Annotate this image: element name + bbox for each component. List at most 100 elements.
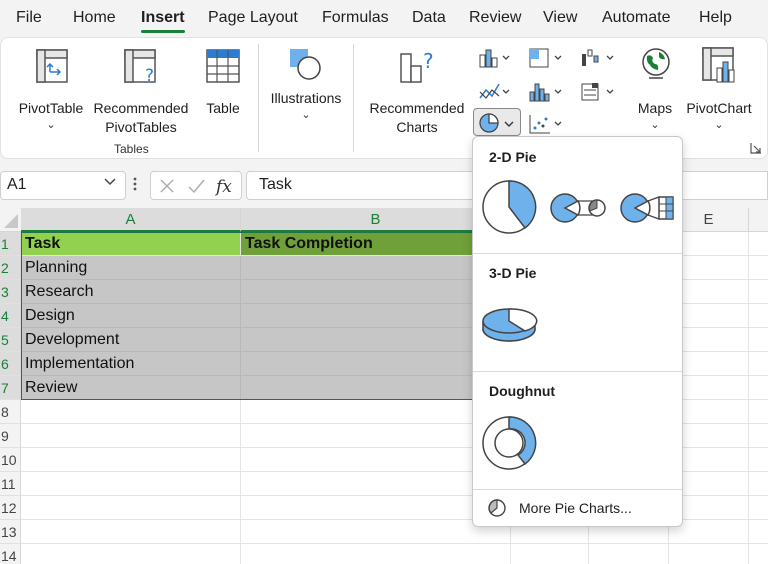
divider bbox=[473, 489, 682, 490]
row-header[interactable]: 12 bbox=[0, 496, 21, 520]
cell-b3[interactable] bbox=[241, 280, 481, 304]
row-header[interactable]: 6 bbox=[0, 352, 21, 376]
recommended-pivottables-label-2: PivotTables bbox=[105, 119, 177, 135]
tab-help[interactable]: Help bbox=[699, 9, 732, 27]
illustrations-button[interactable]: Illustrations ⌄ bbox=[265, 44, 347, 130]
column-chart-icon[interactable] bbox=[477, 46, 513, 70]
active-tab-indicator bbox=[141, 30, 185, 33]
section-3d-pie: 3-D Pie bbox=[489, 265, 537, 281]
row-header[interactable]: 13 bbox=[0, 520, 21, 544]
more-pie-charts-label: More Pie Charts... bbox=[519, 500, 632, 516]
table-button[interactable]: Table bbox=[197, 46, 249, 132]
cell-b4[interactable] bbox=[241, 304, 481, 328]
svg-text:fx: fx bbox=[215, 177, 232, 196]
illustrations-icon bbox=[290, 49, 321, 80]
svg-text:?: ? bbox=[145, 66, 154, 84]
cell-b6[interactable] bbox=[241, 352, 481, 376]
divider bbox=[473, 253, 682, 254]
row-header[interactable]: 3 bbox=[0, 280, 21, 304]
statistic-chart-icon[interactable] bbox=[527, 80, 563, 104]
3d-pie-icon[interactable] bbox=[481, 301, 539, 349]
tables-group-label: Tables bbox=[114, 142, 149, 156]
cell-b5[interactable] bbox=[241, 328, 481, 352]
chevron-down-icon bbox=[504, 121, 514, 127]
pie-of-pie-icon[interactable] bbox=[549, 191, 607, 225]
cell-a4[interactable]: Design bbox=[21, 304, 241, 328]
chevron-down-icon: ⌄ bbox=[714, 119, 724, 131]
row-header[interactable]: 1 bbox=[0, 232, 21, 256]
bar-of-pie-icon[interactable] bbox=[619, 191, 675, 225]
scatter-chart-icon[interactable] bbox=[527, 112, 563, 136]
tab-view[interactable]: View bbox=[543, 9, 577, 27]
more-options-icon[interactable] bbox=[132, 176, 138, 192]
cell-a2[interactable]: Planning bbox=[21, 256, 241, 280]
column-header-b[interactable]: B bbox=[241, 208, 511, 232]
recommended-charts-label-1: Recommended bbox=[369, 100, 465, 116]
waterfall-chart-icon[interactable] bbox=[579, 46, 615, 70]
pie-chart-icon bbox=[479, 113, 499, 133]
cell-a1[interactable]: Task bbox=[21, 232, 241, 256]
cell-a7[interactable]: Review bbox=[21, 376, 241, 400]
pivotchart-icon bbox=[702, 47, 735, 83]
pivotchart-button[interactable]: PivotChart ⌄ bbox=[683, 46, 755, 132]
tab-automate[interactable]: Automate bbox=[602, 9, 670, 27]
name-box-value: A1 bbox=[7, 176, 27, 193]
row-header[interactable]: 5 bbox=[0, 328, 21, 352]
ribbon-separator bbox=[353, 44, 354, 152]
dialog-launcher-icon[interactable] bbox=[750, 142, 762, 154]
gridline bbox=[748, 232, 749, 564]
cell-a6[interactable]: Implementation bbox=[21, 352, 241, 376]
pivot-table-button[interactable]: PivotTable ⌄ bbox=[15, 46, 87, 132]
line-chart-icon[interactable] bbox=[477, 80, 513, 104]
hierarchy-chart-icon[interactable] bbox=[527, 46, 563, 70]
section-2d-pie: 2-D Pie bbox=[489, 149, 537, 165]
pie-chart-button[interactable] bbox=[473, 108, 521, 136]
pie-icon[interactable] bbox=[481, 179, 537, 235]
row-header[interactable]: 7 bbox=[0, 376, 21, 400]
column-header-a[interactable]: A bbox=[21, 208, 241, 232]
recommended-pivottables-icon: ? bbox=[124, 49, 156, 84]
row-header[interactable]: 14 bbox=[0, 544, 21, 564]
row-header[interactable]: 8 bbox=[0, 400, 21, 424]
formula-buttons: fx bbox=[150, 171, 242, 200]
tab-review[interactable]: Review bbox=[469, 9, 521, 27]
tab-page-layout[interactable]: Page Layout bbox=[208, 9, 298, 27]
chevron-down-icon: ⌄ bbox=[650, 119, 660, 131]
tab-insert[interactable]: Insert bbox=[141, 9, 185, 27]
row-header[interactable]: 11 bbox=[0, 472, 21, 496]
cell-b1[interactable]: Task Completion bbox=[241, 232, 481, 256]
tab-formulas[interactable]: Formulas bbox=[322, 9, 389, 27]
row-header[interactable]: 4 bbox=[0, 304, 21, 328]
recommended-pivottables-button[interactable]: ? Recommended PivotTables bbox=[91, 46, 191, 135]
doughnut-icon[interactable] bbox=[481, 415, 537, 471]
row-header[interactable]: 10 bbox=[0, 448, 21, 472]
recommended-pivottables-label-1: Recommended bbox=[93, 100, 189, 116]
combo-chart-icon[interactable] bbox=[579, 80, 615, 104]
pie-chart-dropdown: 2-D Pie 3-D Pie Doughnut More Pie Charts… bbox=[472, 136, 683, 527]
select-all-button[interactable] bbox=[0, 208, 21, 232]
tab-data[interactable]: Data bbox=[412, 9, 446, 27]
tab-home[interactable]: Home bbox=[73, 9, 116, 27]
insert-function-icon[interactable]: fx bbox=[215, 176, 237, 196]
cell-b7[interactable] bbox=[241, 376, 481, 400]
pie-chart-icon bbox=[488, 499, 506, 517]
maps-button[interactable]: Maps ⌄ bbox=[629, 46, 681, 132]
confirm-icon[interactable] bbox=[187, 178, 205, 194]
svg-text:?: ? bbox=[423, 49, 434, 73]
ribbon-separator bbox=[258, 44, 259, 152]
cell-a5[interactable]: Development bbox=[21, 328, 241, 352]
recommended-charts-button[interactable]: ? Recommended Charts bbox=[365, 46, 469, 135]
menu-bar: File Home Insert Page Layout Formulas Da… bbox=[0, 0, 768, 36]
chevron-down-icon[interactable] bbox=[104, 177, 116, 187]
pivot-table-icon bbox=[36, 49, 68, 83]
cancel-icon[interactable] bbox=[159, 178, 175, 194]
cell-b2[interactable] bbox=[241, 256, 481, 280]
row-header[interactable]: 9 bbox=[0, 424, 21, 448]
table-icon bbox=[206, 49, 240, 83]
cell-a3[interactable]: Research bbox=[21, 280, 241, 304]
tab-file[interactable]: File bbox=[16, 9, 42, 27]
row-header[interactable]: 2 bbox=[0, 256, 21, 280]
table-label: Table bbox=[206, 100, 240, 116]
recommended-charts-label-2: Charts bbox=[396, 119, 438, 135]
formula-value: Task bbox=[259, 176, 292, 193]
